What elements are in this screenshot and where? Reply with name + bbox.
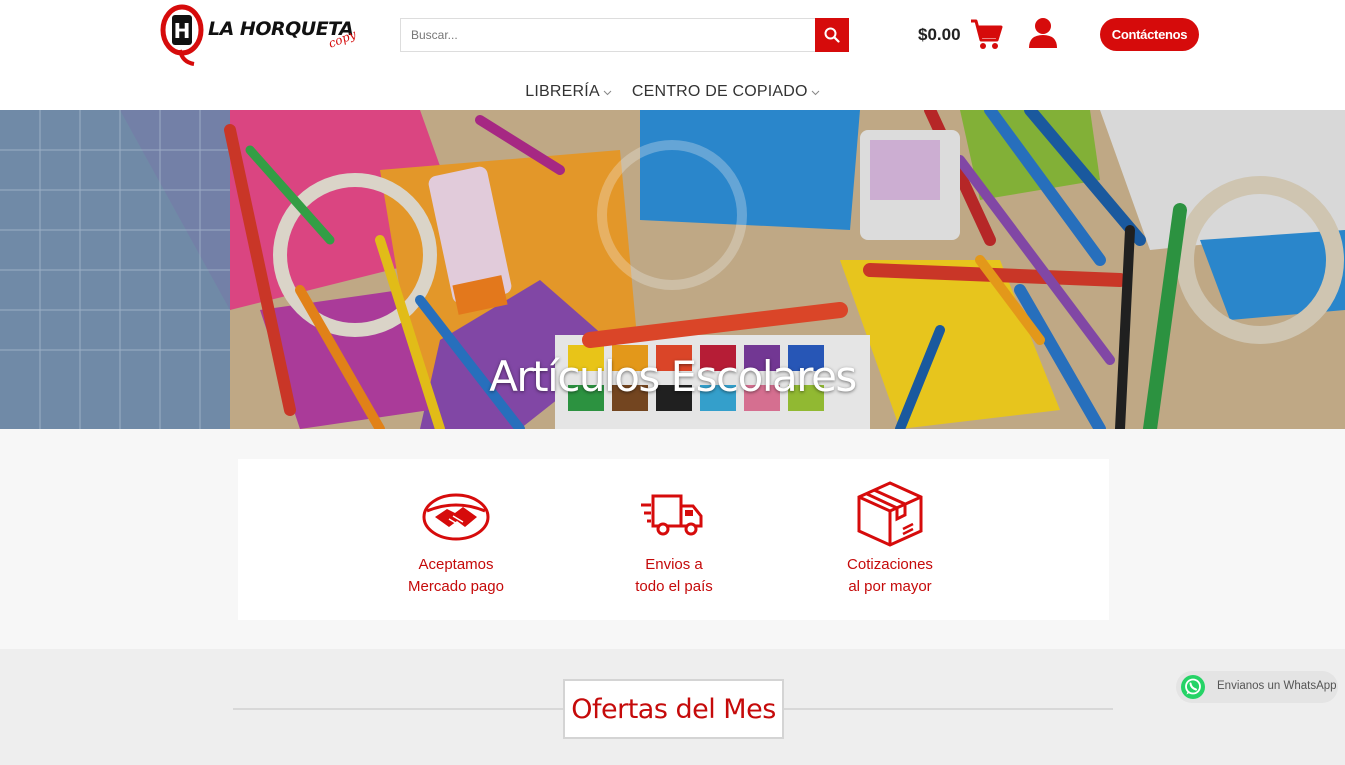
feature-line2: Mercado pago [408,578,504,595]
site-logo[interactable]: H LA HORQUETA copy [160,2,360,68]
contact-button[interactable]: Contáctenos [1100,18,1199,51]
chevron-down-icon [603,90,612,95]
site-header: H LA HORQUETA copy $0.00 Contáctenos LIB… [0,0,1345,110]
feature-line2: al por mayor [848,578,932,595]
package-box-icon [857,481,923,547]
feature-line1: Envios a [645,556,703,573]
whatsapp-button[interactable]: Envianos un WhatsApp [1176,671,1338,703]
chevron-down-icon [811,90,820,95]
whatsapp-icon [1181,675,1205,699]
nav-item-label: CENTRO DE COPIADO [631,83,808,100]
search-bar [400,18,849,52]
offers-title: Ofertas del Mes [563,679,784,739]
whatsapp-label: Envianos un WhatsApp [1217,680,1337,692]
nav-item-libreria[interactable]: LIBRERÍA [525,78,612,106]
nav-item-centro-de-copiado[interactable]: CENTRO DE COPIADO [632,78,820,106]
nav-item-label: LIBRERÍA [525,83,600,100]
search-input[interactable] [400,18,815,52]
features-panel: Aceptamos Mercado pago Envios a todo el … [238,459,1109,620]
svg-text:H: H [174,19,191,43]
search-icon [824,27,840,43]
search-button[interactable] [815,18,849,52]
main-nav: LIBRERÍA CENTRO DE COPIADO [0,78,1345,106]
cart-icon[interactable] [969,18,1003,52]
feature-line2: todo el país [635,578,713,595]
user-account-icon[interactable] [1028,17,1058,49]
feature-line1: Aceptamos [418,556,494,573]
cart-total[interactable]: $0.00 [918,25,961,45]
hero-title: Artículos Escolares [489,352,857,401]
delivery-truck-icon [641,494,703,536]
handshake-icon [422,493,490,541]
feature-line1: Cotizaciones [847,556,933,573]
logo-q-icon: H [160,4,204,66]
